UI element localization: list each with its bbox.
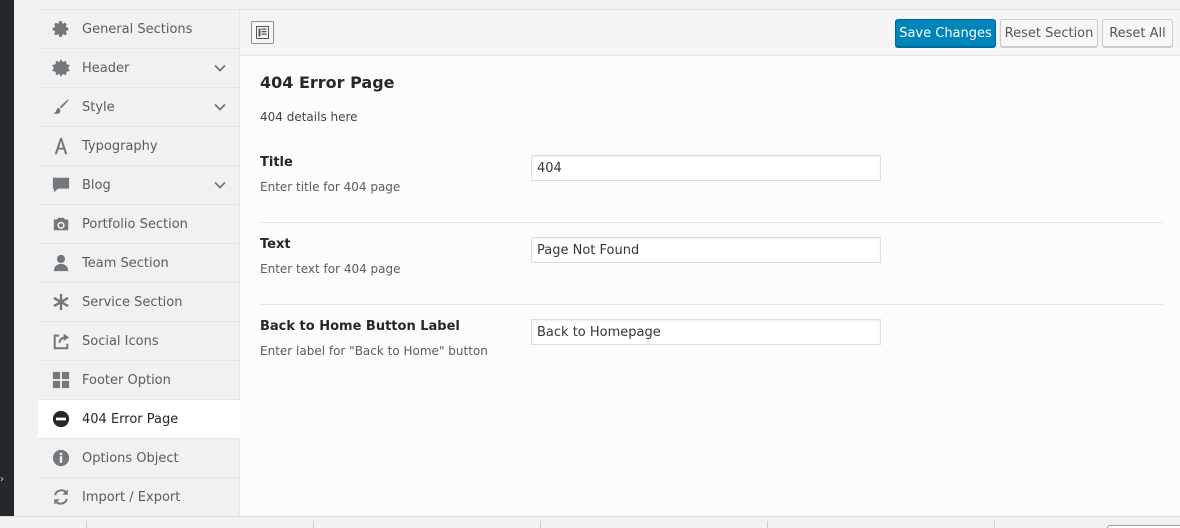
sidebar-item-label: Service Section: [82, 294, 183, 310]
admin-sidebar-strip: ›: [0, 0, 14, 528]
section-description: 404 details here: [260, 110, 358, 124]
refresh-icon: [51, 487, 71, 507]
sidebar-item-social-icons[interactable]: Social Icons: [38, 322, 239, 361]
back-home-label-input[interactable]: [531, 319, 881, 345]
camera-icon: [51, 214, 71, 234]
text-input[interactable]: [531, 237, 881, 263]
sidebar-item-header[interactable]: Header: [38, 49, 239, 88]
sidebar-item-style[interactable]: Style: [38, 88, 239, 127]
divider: [540, 521, 541, 528]
layout-icon: [256, 26, 269, 39]
reset-section-button[interactable]: Reset Section: [1000, 19, 1098, 47]
sidebar-item-label: Team Section: [82, 255, 169, 271]
field-description: Enter text for 404 page: [260, 262, 401, 276]
sidebar-item-label: Options Object: [82, 450, 179, 466]
field-label: Back to Home Button Label: [260, 319, 460, 334]
asterisk-icon: [51, 292, 71, 312]
sidebar-item-label: Header: [82, 60, 130, 76]
divider: [767, 521, 768, 528]
gutter: [14, 0, 38, 528]
field-label: Title: [260, 155, 293, 170]
sidebar-item-label: Portfolio Section: [82, 216, 188, 232]
sidebar-item-label: Footer Option: [82, 372, 171, 388]
sidebar-item-team-section[interactable]: Team Section: [38, 244, 239, 283]
field-label: Text: [260, 237, 291, 252]
sidebar-item-blog[interactable]: Blog: [38, 166, 239, 205]
sidebar-item-portfolio-section[interactable]: Portfolio Section: [38, 205, 239, 244]
sidebar-item-label: 404 Error Page: [82, 411, 179, 427]
sidebar-item-general-sections[interactable]: General Sections: [38, 10, 239, 49]
sidebar-item-label: Social Icons: [82, 333, 159, 349]
field-description: Enter label for "Back to Home" button: [260, 344, 488, 358]
save-changes-button[interactable]: Save Changes: [895, 19, 996, 47]
section-title: 404 Error Page: [260, 73, 395, 92]
divider: [313, 521, 314, 528]
minus-circle-icon: [51, 409, 71, 429]
brush-icon: [51, 97, 71, 117]
sidebar-item-options-object[interactable]: Options Object: [38, 439, 239, 478]
info-icon: [51, 448, 71, 468]
field-description: Enter title for 404 page: [260, 180, 401, 194]
field-row-title: Title Enter title for 404 page: [260, 141, 1163, 223]
options-toolbar: Save Changes Reset Section Reset All: [240, 10, 1180, 56]
bottom-bar: [0, 516, 1180, 528]
chevron-down-icon[interactable]: [213, 61, 227, 75]
starburst-icon: [51, 58, 71, 78]
collapse-arrow-icon[interactable]: ›: [0, 474, 4, 486]
sidebar-item-footer-option[interactable]: Footer Option: [38, 361, 239, 400]
sidebar-item-label: Blog: [82, 177, 111, 193]
sidebar-item-typography[interactable]: Typography: [38, 127, 239, 166]
sidebar-item-label: Typography: [82, 138, 158, 154]
panel-top-strip: [38, 0, 1180, 10]
section-content: 404 Error Page 404 details here Title En…: [240, 56, 1180, 516]
grid-icon: [51, 370, 71, 390]
sidebar-item-404-error-page[interactable]: 404 Error Page: [38, 400, 240, 439]
field-row-back-home-label: Back to Home Button Label Enter label fo…: [260, 305, 1163, 387]
divider: [994, 521, 995, 528]
options-sidebar: General Sections Header Style Typography…: [38, 10, 240, 517]
person-icon: [51, 253, 71, 273]
sidebar-item-label: General Sections: [82, 21, 193, 37]
reset-all-button[interactable]: Reset All: [1102, 19, 1173, 47]
share-icon: [51, 331, 71, 351]
chevron-down-icon[interactable]: [213, 100, 227, 114]
sidebar-item-label: Style: [82, 99, 115, 115]
divider: [86, 521, 87, 528]
sidebar-item-import-export[interactable]: Import / Export: [38, 478, 239, 517]
gear-icon: [51, 19, 71, 39]
sidebar-item-service-section[interactable]: Service Section: [38, 283, 239, 322]
field-row-text: Text Enter text for 404 page: [260, 223, 1163, 305]
comment-icon: [51, 175, 71, 195]
chevron-down-icon[interactable]: [213, 178, 227, 192]
sidebar-item-label: Import / Export: [82, 489, 181, 505]
expand-toggle-button[interactable]: [251, 21, 274, 44]
title-input[interactable]: [531, 155, 881, 181]
typography-icon: [51, 136, 71, 156]
